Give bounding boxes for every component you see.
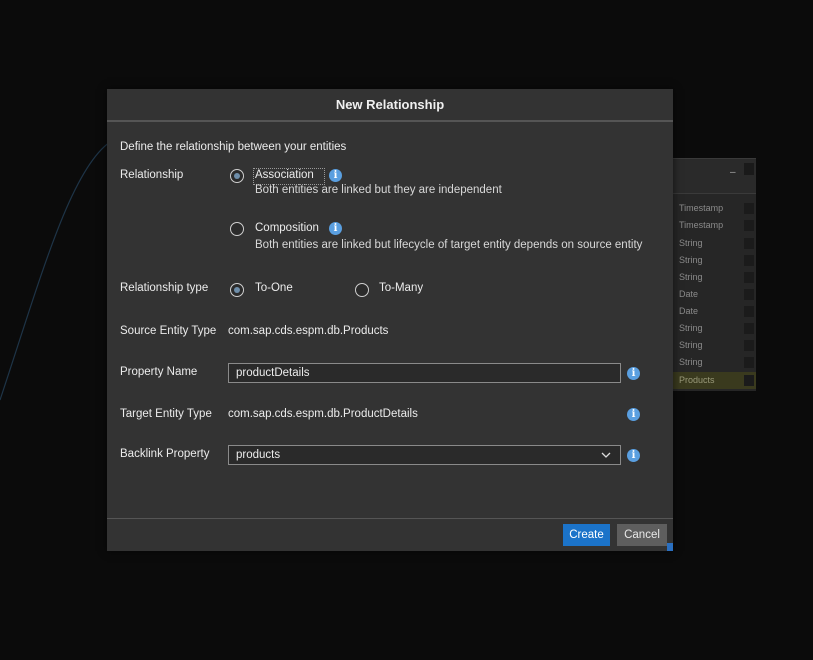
dialog-intro-text: Define the relationship between your ent… (120, 141, 347, 153)
background-card-row: Date (672, 286, 756, 303)
create-button[interactable]: Create (563, 524, 610, 546)
collapse-icon: – (730, 167, 736, 178)
resize-handle[interactable] (667, 543, 673, 551)
background-card-row: String (672, 320, 756, 337)
background-card-row: String (672, 235, 756, 252)
to-many-radio[interactable] (355, 283, 369, 297)
card-menu-icon (744, 163, 754, 175)
association-radio[interactable] (230, 169, 244, 183)
property-name-label: Property Name (120, 366, 198, 378)
association-info-icon[interactable]: i (329, 169, 342, 182)
composition-radio[interactable] (230, 222, 244, 236)
new-relationship-dialog: New Relationship Define the relationship… (107, 89, 673, 551)
background-card-row: Date (672, 303, 756, 320)
composition-label[interactable]: Composition (255, 222, 319, 234)
target-entity-type-label: Target Entity Type (120, 408, 212, 420)
dialog-title: New Relationship (107, 89, 673, 122)
backlink-property-value: products (236, 449, 281, 461)
property-name-info-icon[interactable]: i (627, 367, 640, 380)
composition-info-icon[interactable]: i (329, 222, 342, 235)
background-entity-card: – Timestamp Timestamp String String Stri… (672, 158, 756, 391)
association-label[interactable]: Association (255, 169, 314, 181)
background-card-header: – (672, 159, 756, 194)
to-many-label[interactable]: To-Many (379, 282, 423, 294)
background-card-row-highlighted: Products (672, 372, 756, 389)
background-card-row: String (672, 252, 756, 269)
property-name-input[interactable]: productDetails (228, 363, 621, 383)
cancel-button[interactable]: Cancel (617, 524, 667, 546)
chevron-down-icon (601, 452, 611, 458)
background-card-row: String (672, 337, 756, 354)
background-card-row: Timestamp (672, 200, 756, 217)
backlink-property-label: Backlink Property (120, 448, 210, 460)
backlink-property-select[interactable]: products (228, 445, 621, 465)
background-card-row: Timestamp (672, 217, 756, 234)
source-entity-type-label: Source Entity Type (120, 325, 217, 337)
composition-description: Both entities are linked but lifecycle o… (255, 239, 643, 251)
to-one-label[interactable]: To-One (255, 282, 293, 294)
relationship-label: Relationship (120, 169, 184, 181)
source-entity-type-value: com.sap.cds.espm.db.Products (228, 325, 389, 337)
relationship-type-label: Relationship type (120, 282, 209, 294)
background-card-row: String (672, 269, 756, 286)
target-entity-type-value: com.sap.cds.espm.db.ProductDetails (228, 408, 418, 420)
target-entity-type-info-icon[interactable]: i (627, 408, 640, 421)
to-one-radio[interactable] (230, 283, 244, 297)
association-description: Both entities are linked but they are in… (255, 184, 502, 196)
backlink-property-info-icon[interactable]: i (627, 449, 640, 462)
background-card-row: String (672, 354, 756, 371)
footer-divider (107, 518, 673, 519)
